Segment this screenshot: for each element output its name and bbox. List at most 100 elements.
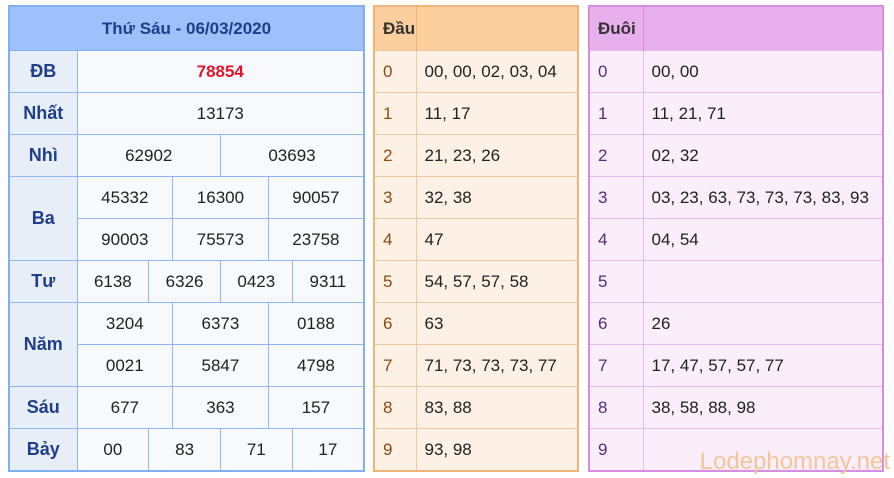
dau-digit: 8 <box>374 386 417 429</box>
duoi-values: 02, 32 <box>643 134 883 177</box>
duoi-digit: 4 <box>589 218 644 261</box>
prize-value: 23758 <box>267 218 365 261</box>
duoi-values: 11, 21, 71 <box>643 92 883 135</box>
prize-row-nhi: Nhì 62902 03693 <box>8 134 365 177</box>
duoi-digit: 2 <box>589 134 644 177</box>
results-title: Thứ Sáu - 06/03/2020 <box>9 6 364 51</box>
duoi-row: 2 02, 32 <box>589 134 883 177</box>
dau-digit: 2 <box>374 134 417 177</box>
prize-value: 9311 <box>291 260 365 303</box>
dau-digit: 3 <box>374 176 417 219</box>
duoi-header-blank <box>643 6 884 51</box>
prize-value: 71 <box>219 428 293 472</box>
prize-value: 83 <box>148 428 221 472</box>
dau-digit: 5 <box>374 260 417 303</box>
prize-value: 157 <box>267 386 365 429</box>
prize-value: 90057 <box>267 176 365 219</box>
special-prize-value: 78854 <box>76 50 365 93</box>
prize-label: Tư <box>8 260 78 303</box>
prize-value: 75573 <box>172 218 269 261</box>
duoi-values: 03, 23, 63, 73, 73, 73, 83, 93 <box>643 176 883 219</box>
dau-values: 63 <box>416 302 578 345</box>
prize-value: 90003 <box>76 218 174 261</box>
prize-row-db: ĐB 78854 <box>8 50 365 93</box>
prize-row-sau: Sáu 677 363 157 <box>8 386 365 429</box>
dau-values: 11, 17 <box>416 92 578 135</box>
duoi-row: 8 38, 58, 88, 98 <box>589 386 883 429</box>
dau-values: 54, 57, 57, 58 <box>416 260 578 303</box>
dau-row: 0 00, 00, 02, 03, 04 <box>374 50 578 93</box>
prize-value: 6138 <box>76 260 150 303</box>
prize-label: Bảy <box>8 428 78 472</box>
dau-digit: 0 <box>374 50 417 93</box>
prize-value: 00 <box>76 428 150 472</box>
prize-value: 17 <box>291 428 365 472</box>
dau-row: 1 11, 17 <box>374 92 578 135</box>
dau-row: 3 32, 38 <box>374 176 578 219</box>
dau-digit: 7 <box>374 344 417 387</box>
duoi-values: 17, 47, 57, 57, 77 <box>643 344 883 387</box>
duoi-digit: 0 <box>589 50 644 93</box>
dau-table: Đầu 0 00, 00, 02, 03, 04 1 11, 17 2 21, 23,… <box>373 5 579 472</box>
dau-digit: 4 <box>374 218 417 261</box>
dau-values: 32, 38 <box>416 176 578 219</box>
duoi-row: 1 11, 21, 71 <box>589 92 883 135</box>
prize-label: ĐB <box>8 50 78 93</box>
dau-header-blank <box>416 6 579 51</box>
prize-value: 677 <box>76 386 174 429</box>
duoi-values: 04, 54 <box>643 218 883 261</box>
dau-row: 9 93, 98 <box>374 428 578 471</box>
duoi-digit: 5 <box>589 260 644 303</box>
prize-row-bay: Bảy 00 83 71 17 <box>8 428 365 472</box>
dau-row: 2 21, 23, 26 <box>374 134 578 177</box>
prize-label: Ba <box>8 176 78 261</box>
prize-row-tu: Tư 6138 6326 0423 9311 <box>8 260 365 303</box>
prize-row-ba: Ba 45332 16300 90057 <box>8 176 365 261</box>
duoi-header: Đuôi <box>589 6 644 51</box>
prize-value: 5847 <box>172 344 269 387</box>
duoi-row: 4 04, 54 <box>589 218 883 261</box>
duoi-row: 5 <box>589 260 883 303</box>
duoi-digit: 8 <box>589 386 644 429</box>
prize-value: 16300 <box>172 176 269 219</box>
dau-values: 21, 23, 26 <box>416 134 578 177</box>
prize-label: Nhất <box>8 92 78 135</box>
dau-row: 7 71, 73, 73, 73, 77 <box>374 344 578 387</box>
duoi-table: Đuôi 0 00, 00 1 11, 21, 71 2 02, 32 3 03, 23… <box>588 5 884 472</box>
duoi-digit: 9 <box>589 428 644 471</box>
dau-values: 93, 98 <box>416 428 578 471</box>
results-table: Thứ Sáu - 06/03/2020 ĐB 78854 Nhất 13173… <box>8 5 365 472</box>
dau-digit: 6 <box>374 302 417 345</box>
duoi-digit: 7 <box>589 344 644 387</box>
duoi-digit: 1 <box>589 92 644 135</box>
prize-row-nhat: Nhất 13173 <box>8 92 365 135</box>
dau-values: 00, 00, 02, 03, 04 <box>416 50 578 93</box>
duoi-values <box>643 260 883 303</box>
prize-label: Sáu <box>8 386 78 429</box>
dau-digit: 1 <box>374 92 417 135</box>
dau-header: Đầu <box>374 6 417 51</box>
prize-value: 13173 <box>76 92 365 135</box>
dau-row: 5 54, 57, 57, 58 <box>374 260 578 303</box>
prize-value: 6373 <box>172 302 269 345</box>
dau-values: 83, 88 <box>416 386 578 429</box>
prize-value: 62902 <box>76 134 221 177</box>
dau-digit: 9 <box>374 428 417 471</box>
prize-label: Nhì <box>8 134 78 177</box>
prize-value: 0423 <box>219 260 293 303</box>
duoi-values: 38, 58, 88, 98 <box>643 386 883 429</box>
duoi-row: 7 17, 47, 57, 57, 77 <box>589 344 883 387</box>
prize-value: 03693 <box>219 134 365 177</box>
dau-row: 8 83, 88 <box>374 386 578 429</box>
duoi-digit: 6 <box>589 302 644 345</box>
prize-row-nam: Năm 3204 6373 0188 <box>8 302 365 387</box>
duoi-values: 00, 00 <box>643 50 883 93</box>
prize-value: 0021 <box>76 344 174 387</box>
duoi-row: 3 03, 23, 63, 73, 73, 73, 83, 93 <box>589 176 883 219</box>
dau-row: 4 47 <box>374 218 578 261</box>
prize-value: 0188 <box>267 302 365 345</box>
duoi-digit: 3 <box>589 176 644 219</box>
prize-label: Năm <box>8 302 78 387</box>
duoi-row: 6 26 <box>589 302 883 345</box>
prize-value: 3204 <box>76 302 174 345</box>
